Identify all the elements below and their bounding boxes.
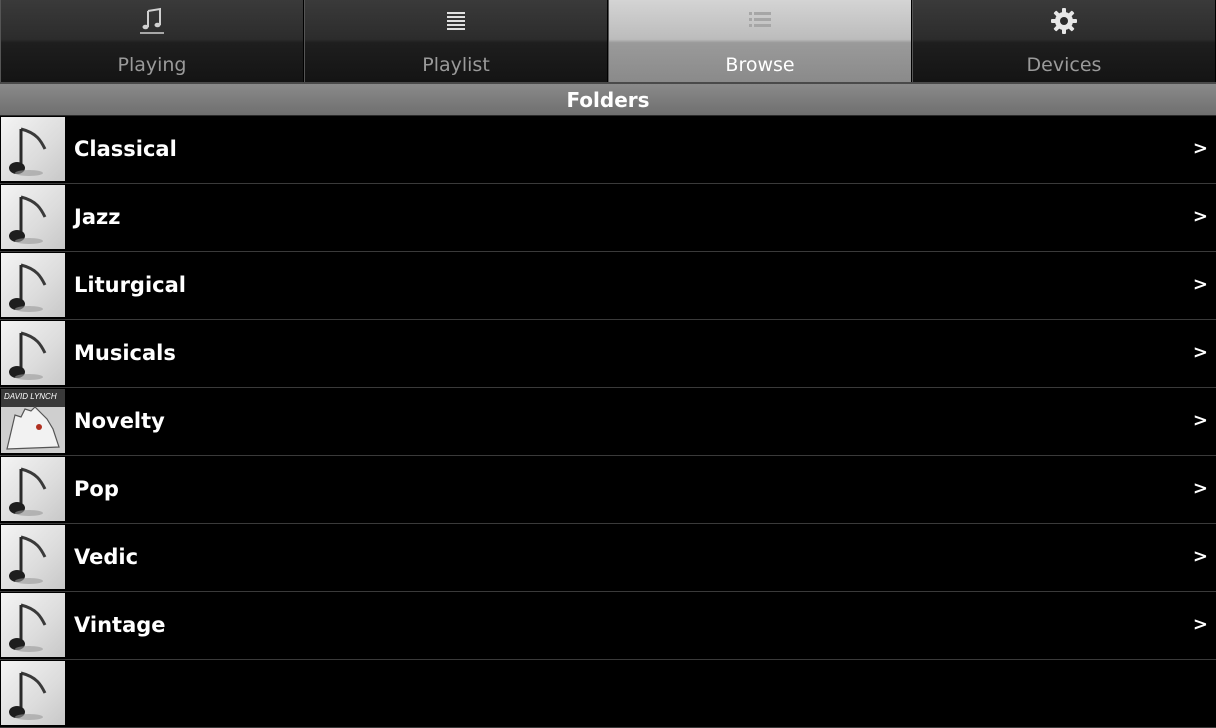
music-note-icon bbox=[1, 661, 65, 725]
folder-name: Vintage bbox=[74, 613, 166, 637]
chevron-right-icon: > bbox=[1192, 410, 1208, 431]
list-item[interactable]: DAVID LYNCH Novelty > bbox=[0, 388, 1216, 456]
music-note-icon bbox=[1, 6, 303, 36]
chevron-right-icon: > bbox=[1192, 546, 1208, 567]
chevron-right-icon: > bbox=[1192, 614, 1208, 635]
folder-name: Vedic bbox=[74, 545, 139, 569]
folder-name: Classical bbox=[74, 137, 177, 161]
music-note-icon bbox=[1, 457, 65, 521]
folder-name: Jazz bbox=[74, 205, 121, 229]
folder-name: Musicals bbox=[74, 341, 176, 365]
chevron-right-icon: > bbox=[1192, 478, 1208, 499]
music-note-icon bbox=[1, 253, 65, 317]
list-item[interactable]: Jazz > bbox=[0, 184, 1216, 252]
tab-bar: Playing Playlist Browse Devices bbox=[0, 0, 1216, 84]
folder-list: Classical > Jazz > Liturgical > Musicals… bbox=[0, 116, 1216, 728]
chevron-right-icon: > bbox=[1192, 206, 1208, 227]
chevron-right-icon: > bbox=[1192, 138, 1208, 159]
music-note-icon bbox=[1, 117, 65, 181]
list-item[interactable]: Musicals > bbox=[0, 320, 1216, 388]
list-icon bbox=[609, 6, 911, 36]
chevron-right-icon: > bbox=[1192, 274, 1208, 295]
list-item[interactable] bbox=[0, 660, 1216, 728]
tab-browse-label: Browse bbox=[725, 54, 795, 76]
tab-playing-label: Playing bbox=[117, 54, 187, 76]
folder-name: Novelty bbox=[74, 409, 165, 433]
list-item[interactable]: Vintage > bbox=[0, 592, 1216, 660]
tab-playlist[interactable]: Playlist bbox=[304, 0, 608, 82]
svg-text:DAVID LYNCH: DAVID LYNCH bbox=[4, 392, 57, 401]
list-item[interactable]: Vedic > bbox=[0, 524, 1216, 592]
music-note-icon bbox=[1, 185, 65, 249]
folder-name: Pop bbox=[74, 477, 119, 501]
tab-playing[interactable]: Playing bbox=[0, 0, 304, 82]
tab-browse[interactable]: Browse bbox=[608, 0, 912, 82]
tab-playlist-label: Playlist bbox=[422, 54, 490, 76]
music-note-icon bbox=[1, 321, 65, 385]
tab-devices[interactable]: Devices bbox=[912, 0, 1216, 82]
list-item[interactable]: Classical > bbox=[0, 116, 1216, 184]
playlist-lines-icon bbox=[305, 6, 607, 36]
album-cover: DAVID LYNCH bbox=[1, 389, 65, 453]
section-header: Folders bbox=[0, 84, 1216, 116]
chevron-right-icon: > bbox=[1192, 342, 1208, 363]
list-item[interactable]: Liturgical > bbox=[0, 252, 1216, 320]
list-item[interactable]: Pop > bbox=[0, 456, 1216, 524]
folder-name: Liturgical bbox=[74, 273, 186, 297]
music-note-icon bbox=[1, 593, 65, 657]
music-note-icon bbox=[1, 525, 65, 589]
tab-devices-label: Devices bbox=[1026, 54, 1102, 76]
gear-icon bbox=[913, 6, 1215, 36]
